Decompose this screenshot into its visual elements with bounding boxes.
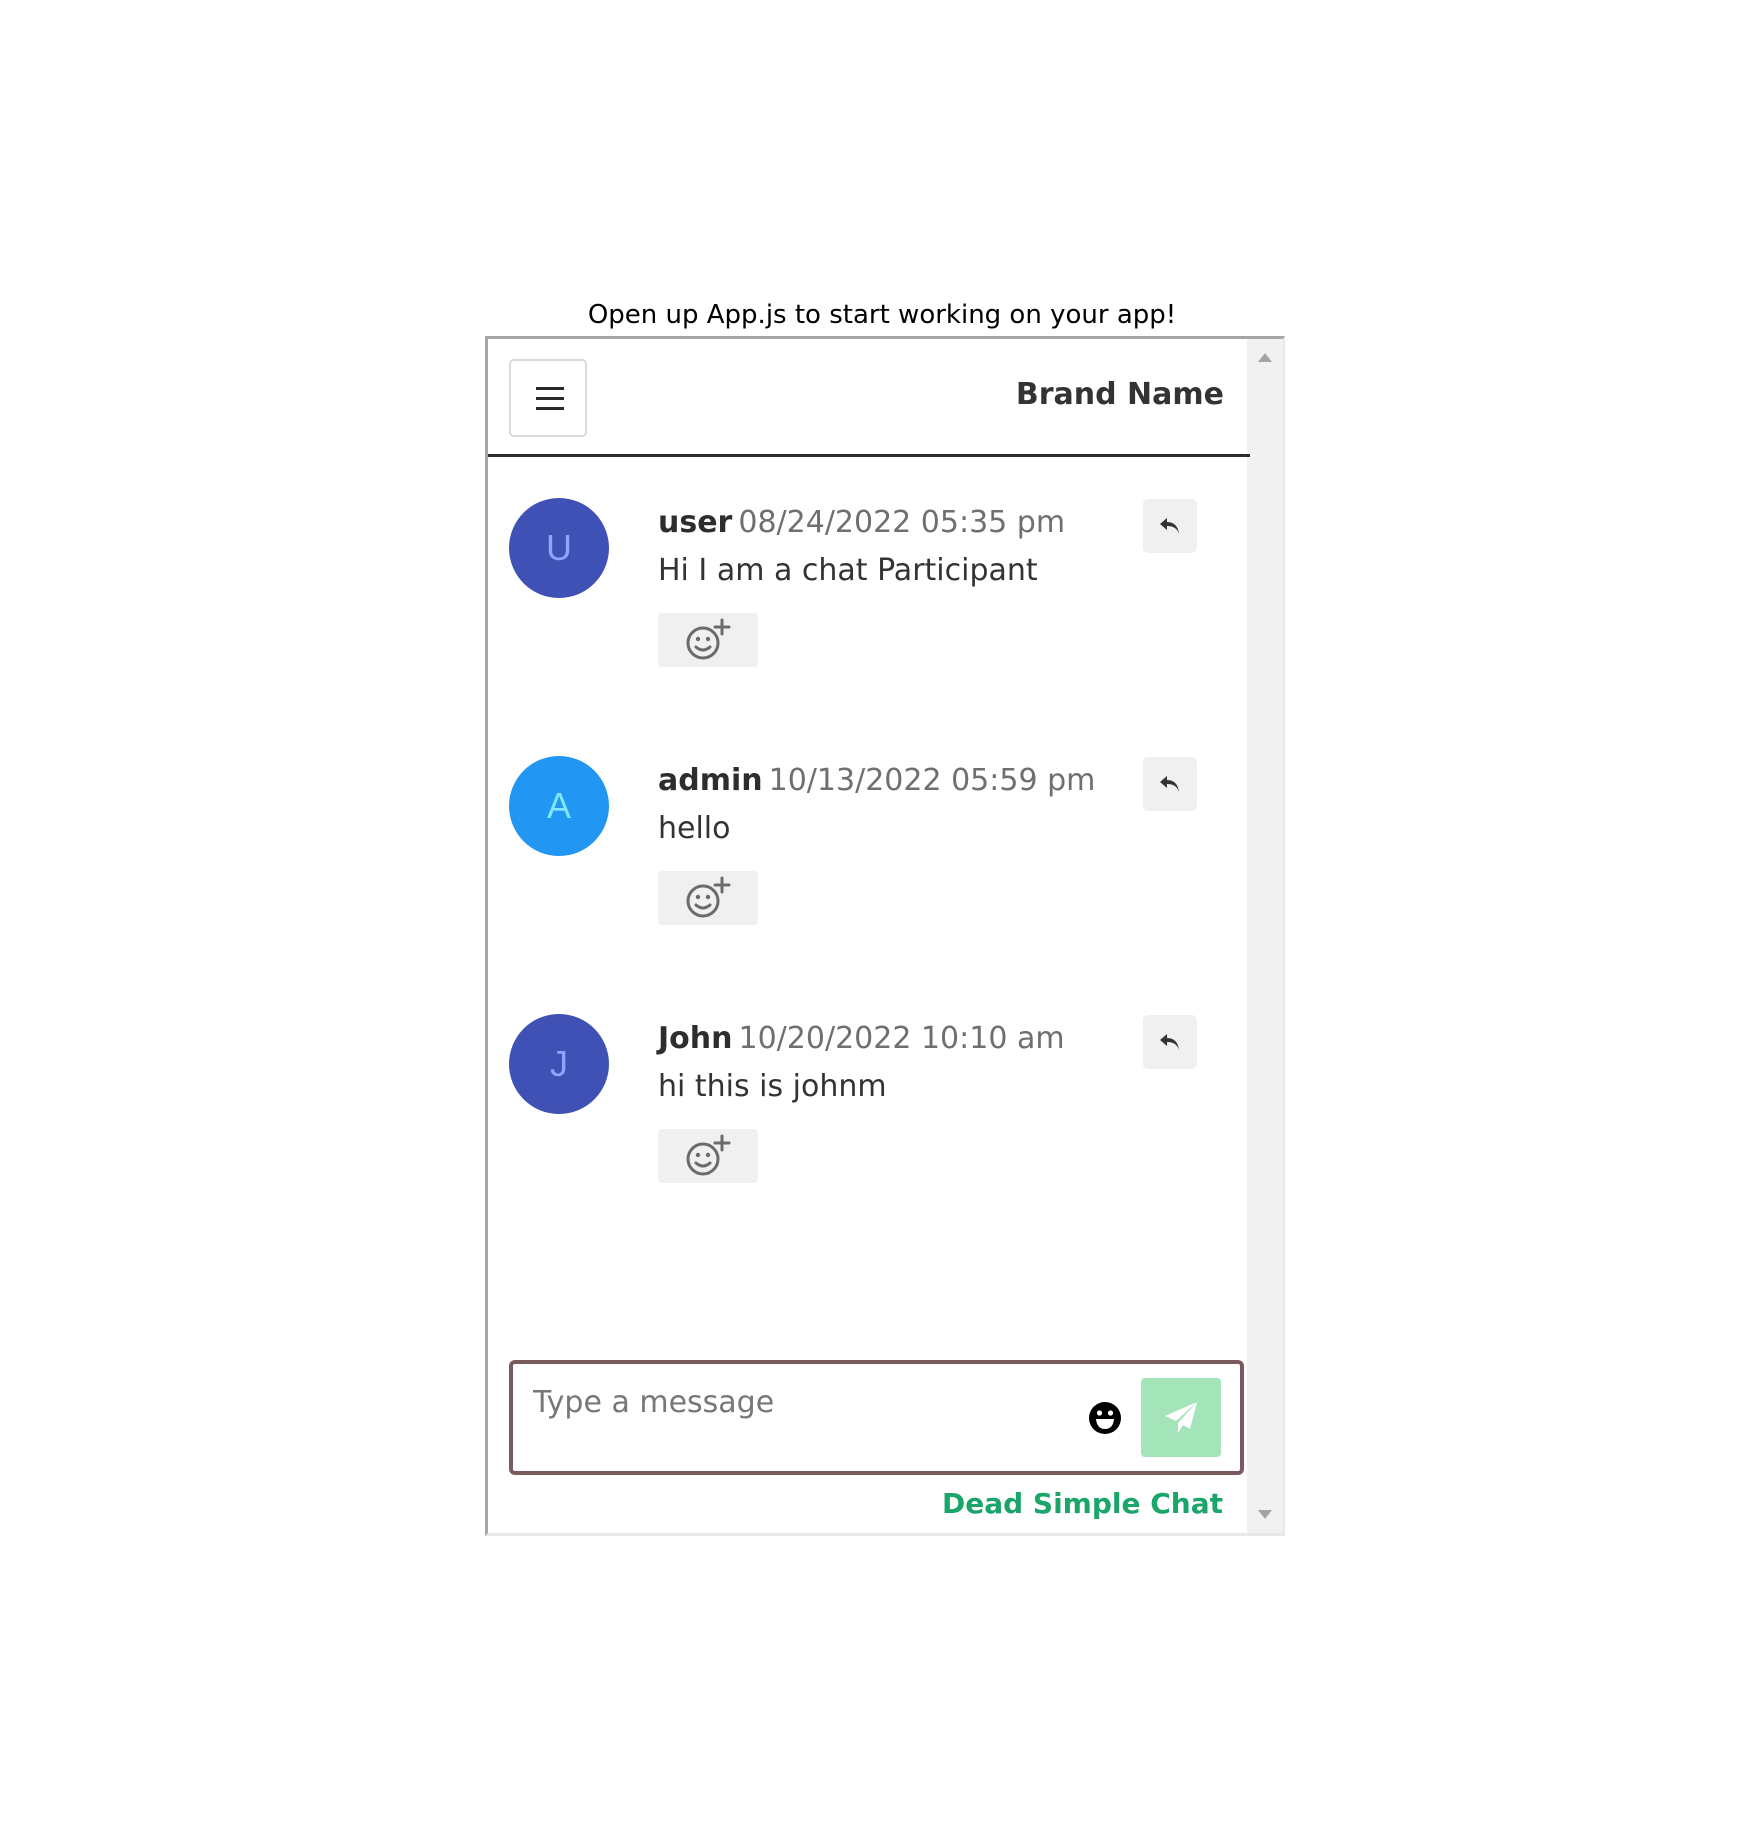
message-composer bbox=[509, 1360, 1244, 1475]
message-text: hi this is johnm bbox=[658, 1069, 887, 1104]
message-text: Hi I am a chat Participant bbox=[658, 553, 1038, 588]
paper-plane-icon bbox=[1165, 1402, 1197, 1433]
reply-button[interactable] bbox=[1143, 1015, 1197, 1069]
grinning-face-icon bbox=[1089, 1402, 1121, 1434]
message-timestamp: 10/20/2022 10:10 am bbox=[738, 1021, 1065, 1056]
add-reaction-icon bbox=[686, 618, 731, 660]
reply-button[interactable] bbox=[1143, 757, 1197, 811]
message-timestamp: 10/13/2022 05:59 pm bbox=[768, 763, 1096, 798]
emoji-picker-button[interactable] bbox=[1088, 1401, 1122, 1439]
reply-icon bbox=[1160, 776, 1179, 792]
page-caption: Open up App.js to start working on your … bbox=[587, 300, 1177, 330]
powered-by-link[interactable]: Dead Simple Chat bbox=[942, 1487, 1223, 1520]
avatar-initial: J bbox=[550, 1043, 568, 1084]
reply-button[interactable] bbox=[1143, 499, 1197, 553]
add-reaction-button[interactable] bbox=[658, 1129, 758, 1183]
message-username: user bbox=[658, 505, 733, 540]
message-timestamp: 08/24/2022 05:35 pm bbox=[738, 505, 1066, 540]
menu-button[interactable] bbox=[509, 359, 587, 437]
message-input[interactable] bbox=[533, 1380, 1053, 1424]
message-text: hello bbox=[658, 811, 731, 846]
add-reaction-button[interactable] bbox=[658, 871, 758, 925]
avatar: A bbox=[509, 756, 609, 856]
reply-icon bbox=[1160, 1034, 1179, 1050]
vertical-scrollbar[interactable] bbox=[1247, 339, 1283, 1533]
message-item: J John 10/20/2022 10:10 am hi this is joh… bbox=[488, 973, 1250, 1231]
avatar: U bbox=[509, 498, 609, 598]
reply-icon bbox=[1160, 518, 1179, 534]
avatar: J bbox=[509, 1014, 609, 1114]
avatar-initial: A bbox=[546, 785, 571, 826]
message-header: John 10/20/2022 10:10 am bbox=[658, 1021, 1065, 1056]
scroll-down-arrow-icon[interactable] bbox=[1258, 1510, 1272, 1519]
scroll-up-arrow-icon[interactable] bbox=[1258, 353, 1272, 362]
chat-widget-frame: Brand Name U user 08/24/2022 05:35 pm Hi … bbox=[485, 336, 1285, 1536]
message-username: John bbox=[658, 1021, 733, 1056]
message-username: admin bbox=[658, 763, 763, 798]
brand-name: Brand Name bbox=[1015, 377, 1224, 412]
send-button[interactable] bbox=[1141, 1378, 1221, 1457]
message-list: U user 08/24/2022 05:35 pm Hi I am a chat… bbox=[488, 457, 1250, 1231]
add-reaction-button[interactable] bbox=[658, 613, 758, 667]
add-reaction-icon bbox=[686, 876, 731, 918]
message-header: admin 10/13/2022 05:59 pm bbox=[658, 763, 1095, 798]
chat-header: Brand Name bbox=[488, 339, 1250, 457]
avatar-initial: U bbox=[546, 527, 572, 568]
message-header: user 08/24/2022 05:35 pm bbox=[658, 505, 1065, 540]
message-item: U user 08/24/2022 05:35 pm Hi I am a chat… bbox=[488, 457, 1250, 715]
message-item: A admin 10/13/2022 05:59 pm hello bbox=[488, 715, 1250, 973]
add-reaction-icon bbox=[686, 1134, 731, 1176]
